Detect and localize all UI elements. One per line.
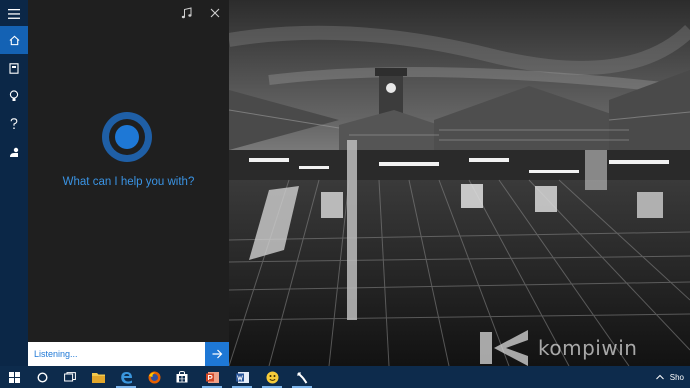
arrow-right-icon[interactable] [205,342,229,366]
edge-icon[interactable] [112,366,140,388]
watermark-logo-icon [480,330,528,366]
taskbar: Sho [0,366,690,388]
store-icon[interactable] [168,366,196,388]
hamburger-menu-icon[interactable] [0,0,28,28]
cortana-search-bar [28,342,229,366]
cortana-rail [0,0,28,366]
word-icon[interactable] [228,366,256,388]
file-explorer-icon[interactable] [84,366,112,388]
notebook-icon[interactable] [0,54,28,82]
cortana-listening-indicator [102,112,152,162]
home-icon[interactable] [0,26,28,54]
cortana-panel: What can I help you with? [28,0,229,366]
task-view-icon[interactable] [56,366,84,388]
firefox-icon[interactable] [140,366,168,388]
tray-language-label[interactable]: Sho [670,373,684,382]
powerpoint-icon[interactable] [198,366,226,388]
chevron-up-icon[interactable] [655,373,664,382]
cortana-prompt: What can I help you with? [62,176,195,188]
feedback-icon[interactable] [0,138,28,166]
cortana-icon[interactable] [28,366,56,388]
system-tray: Sho [655,366,690,388]
desktop-wallpaper [229,0,690,366]
lightbulb-icon[interactable] [0,82,28,110]
close-icon[interactable] [206,4,224,22]
watermark-text: kompiwin [538,336,638,360]
emoji-app-icon[interactable] [258,366,286,388]
tool-app-icon[interactable] [288,366,316,388]
cortana-search-input[interactable] [28,342,205,366]
start-icon[interactable] [0,366,28,388]
music-note-icon[interactable] [178,4,196,22]
watermark: kompiwin [478,326,690,370]
help-icon[interactable] [0,110,28,138]
